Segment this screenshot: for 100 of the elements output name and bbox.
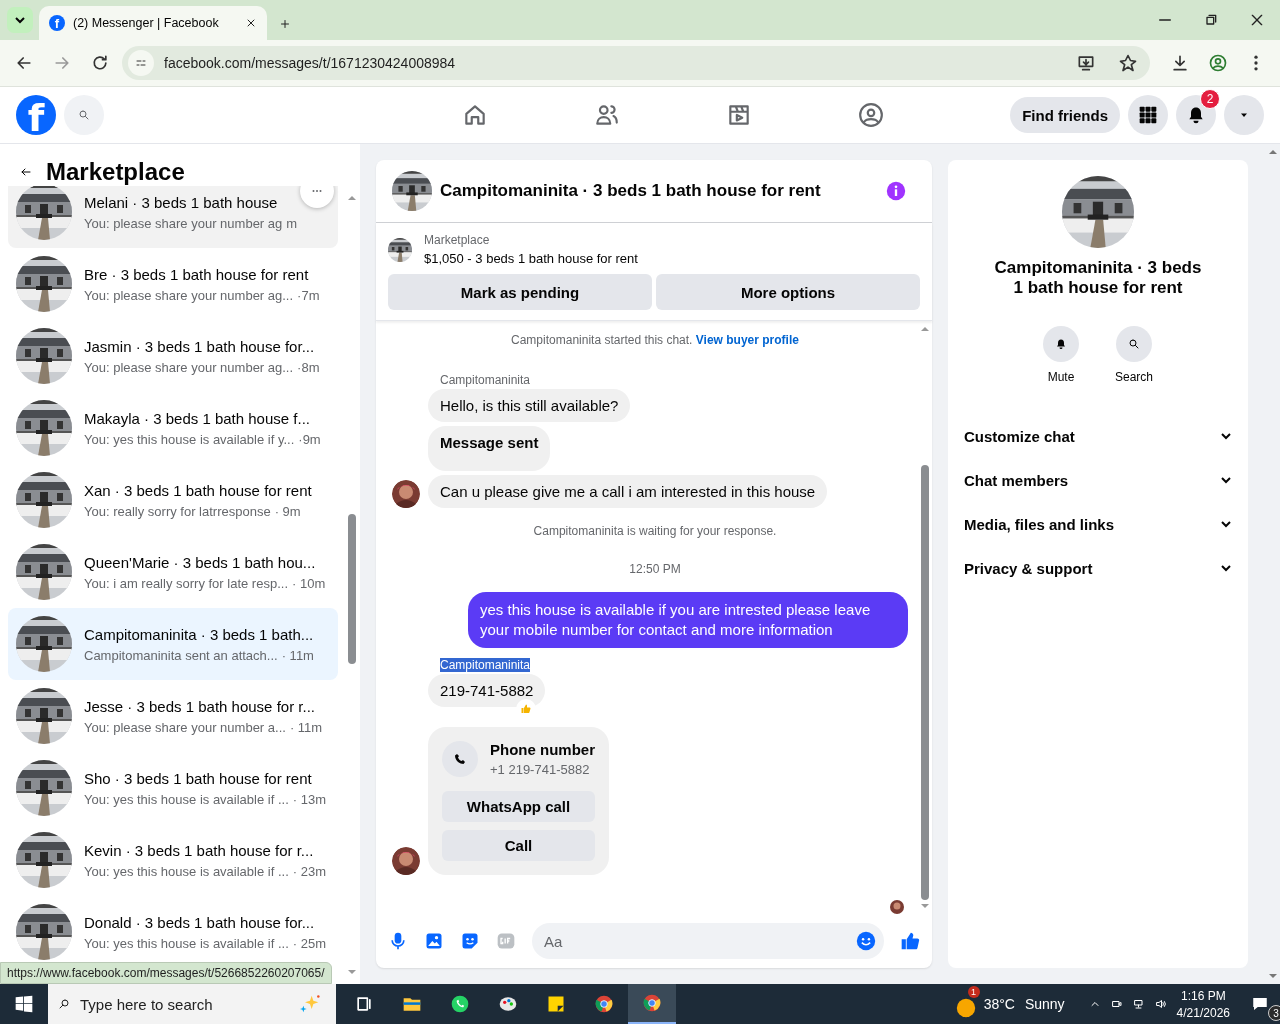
weather-condition: Sunny bbox=[1024, 996, 1065, 1012]
buyer-profile-link[interactable]: View buyer profile bbox=[695, 333, 799, 347]
conversation-item[interactable]: Sho · 3 beds 1 bath house for rent You: yes this house is available if ... · 13m bbox=[8, 752, 338, 824]
search-icon bbox=[1128, 338, 1140, 350]
message-time: ·7m bbox=[297, 287, 320, 303]
clock-time: 1:16 PM bbox=[1180, 988, 1226, 1003]
message-preview: You: yes this house is available if ... bbox=[84, 791, 289, 807]
scrollbar-thumb[interactable] bbox=[348, 514, 356, 664]
browser-tab[interactable]: f (2) Messenger | Facebook bbox=[39, 6, 267, 40]
message-preview: You: yes this house is available if ... bbox=[84, 863, 289, 879]
section-header[interactable]: Media, files and links bbox=[964, 502, 1232, 546]
message-time: · 11m bbox=[281, 647, 314, 663]
new-tab-icon[interactable] bbox=[279, 18, 291, 30]
message-preview: You: yes this house is available if y... bbox=[84, 431, 295, 447]
listing-button[interactable]: More options bbox=[656, 274, 920, 310]
chat-name: Campitomaninita · 3 beds 1 bath house for rent bbox=[993, 258, 1203, 298]
camera-icon[interactable] bbox=[1110, 998, 1123, 1010]
site-settings-icon[interactable] bbox=[135, 57, 147, 69]
message-time: ·8m bbox=[297, 359, 320, 375]
system-message: Campitomaninita is waiting for your response. bbox=[532, 524, 778, 538]
message-preview: You: please share your number ag bbox=[84, 215, 283, 231]
message-bubble: Message sent bbox=[428, 426, 551, 471]
avatar bbox=[392, 480, 420, 508]
apps-button[interactable] bbox=[1128, 95, 1168, 135]
message-bubble: Hello, is this still available? bbox=[428, 389, 631, 422]
weather-badge: 1 bbox=[967, 986, 980, 998]
conversation-item[interactable]: Queen'Marie · 3 beds 1 bath hou... You: i am really sorry for late resp... · 10m bbox=[8, 536, 338, 608]
sticker-icon[interactable] bbox=[460, 931, 480, 951]
image-icon[interactable] bbox=[424, 931, 444, 951]
message-input[interactable]: Aa bbox=[532, 923, 884, 959]
conversation-item[interactable]: Bre · 3 beds 1 bath house for rent You: please share your number ag... ·7m bbox=[8, 248, 338, 320]
thumbs-up-icon bbox=[520, 703, 532, 715]
url-tooltip: https://www.facebook.com/messages/t/5266852260207065/ bbox=[0, 962, 332, 984]
find-friends-button[interactable]: Find friends bbox=[1010, 97, 1120, 133]
message-bubble: Can u please give me a call i am interested in this house bbox=[428, 475, 828, 508]
message-bubble: yes this house is available if you are intrested please leave your mobile number for contact and more information bbox=[468, 592, 908, 648]
chat-title: Campitomaninita · 3 beds 1 bath house for rent bbox=[440, 181, 822, 201]
notifications-button[interactable] bbox=[1176, 95, 1216, 135]
call-button[interactable]: WhatsApp call bbox=[442, 791, 595, 822]
message-preview: Campitomaninita sent an attach... bbox=[84, 647, 278, 663]
temperature: 38°C bbox=[983, 996, 1015, 1012]
network-icon[interactable] bbox=[1132, 998, 1145, 1010]
conversation-title: Campitomaninita · 3 beds 1 bath... bbox=[84, 625, 314, 643]
section-header[interactable]: Chat members bbox=[964, 458, 1232, 502]
phone-icon bbox=[454, 753, 466, 765]
conversation-title: Queen'Marie · 3 beds 1 bath hou... bbox=[84, 553, 317, 571]
message-time: · 9m bbox=[274, 503, 301, 519]
conversation-item[interactable]: Campitomaninita · 3 beds 1 bath... Campitomaninita sent an attach... · 11m bbox=[8, 608, 338, 680]
conversation-title: Melani · 3 beds 1 bath house bbox=[84, 193, 279, 211]
sender-name: Campitomaninita bbox=[440, 373, 531, 387]
conversation-item[interactable]: Jesse · 3 beds 1 bath house for r... You: please share your number a... · 11m bbox=[8, 680, 338, 752]
section-header[interactable]: Customize chat bbox=[964, 414, 1232, 458]
listing-button[interactable]: Mark as pending bbox=[388, 274, 652, 310]
microphone-icon[interactable] bbox=[388, 931, 408, 951]
conversation-item[interactable]: Xan · 3 beds 1 bath house for rent You: really sorry for latrresponse · 9m bbox=[8, 464, 338, 536]
section-header[interactable]: Privacy & support bbox=[964, 546, 1232, 590]
search-icon bbox=[78, 109, 90, 121]
message-time: · 13m bbox=[292, 791, 326, 807]
conversation-title: Jesse · 3 beds 1 bath house for r... bbox=[84, 697, 316, 715]
notification-icon[interactable] bbox=[1251, 995, 1269, 1013]
sender-name: Campitomaninita bbox=[440, 658, 531, 672]
listing-title: $1,050 - 3 beds 1 bath house for rent bbox=[424, 251, 638, 266]
message-preview: You: please share your number ag... bbox=[84, 287, 294, 303]
read-receipt bbox=[890, 900, 904, 914]
back-arrow-icon[interactable] bbox=[20, 166, 32, 178]
message-time: · 23m bbox=[292, 863, 326, 879]
avatar bbox=[392, 847, 420, 875]
caret-icon bbox=[14, 14, 26, 26]
message-time: · 11m bbox=[289, 719, 323, 735]
scrollbar-thumb[interactable] bbox=[921, 465, 929, 900]
message-time: ·9m bbox=[298, 431, 321, 447]
message-time: · 25m bbox=[292, 935, 326, 951]
conversation-item[interactable]: Jasmin · 3 beds 1 bath house for... You: please share your number ag... ·8m bbox=[8, 320, 338, 392]
message-bubble: 219-741-5882 bbox=[428, 674, 546, 707]
conversation-title: Makayla · 3 beds 1 bath house f... bbox=[84, 409, 311, 427]
bell-icon bbox=[1055, 338, 1067, 350]
volume-icon[interactable] bbox=[1154, 998, 1167, 1010]
call-button[interactable]: Call bbox=[442, 830, 595, 861]
conversation-item[interactable]: Melani · 3 beds 1 bath house You: please share your number ag m bbox=[8, 186, 338, 248]
thumbs-up-icon[interactable] bbox=[900, 931, 920, 951]
favicon: f bbox=[49, 15, 65, 31]
conversation-title: Xan · 3 beds 1 bath house for rent bbox=[84, 481, 312, 499]
emoji-icon[interactable] bbox=[856, 931, 876, 951]
close-icon[interactable] bbox=[245, 17, 257, 29]
listing-label: Marketplace bbox=[424, 233, 491, 247]
tab-list-button[interactable] bbox=[7, 7, 33, 33]
sidebar-title: Marketplace bbox=[46, 158, 185, 186]
taskbar-search[interactable]: Type here to search bbox=[48, 984, 336, 1024]
clock-date: 4/21/2026 bbox=[1176, 1005, 1230, 1020]
conversation-item[interactable]: Kevin · 3 beds 1 bath house for r... You: yes this house is available if ... · 23m bbox=[8, 824, 338, 896]
conversation-title: Donald · 3 beds 1 bath house for... bbox=[84, 913, 316, 931]
conversation-title: Kevin · 3 beds 1 bath house for r... bbox=[84, 841, 315, 859]
message-preview: You: really sorry for latrresponse bbox=[84, 503, 271, 519]
message-preview: You: yes this house is available if ... bbox=[84, 935, 289, 951]
conversation-item[interactable]: Makayla · 3 beds 1 bath house f... You: yes this house is available if y... ·9m bbox=[8, 392, 338, 464]
timestamp: 12:50 PM bbox=[628, 562, 682, 576]
address-bar[interactable]: facebook.com/messages/t/1671230424008984 bbox=[122, 46, 1150, 80]
logo[interactable]: f bbox=[16, 95, 56, 135]
notification-badge: 3 bbox=[1268, 1005, 1280, 1021]
message-time: · 10m bbox=[292, 575, 326, 591]
